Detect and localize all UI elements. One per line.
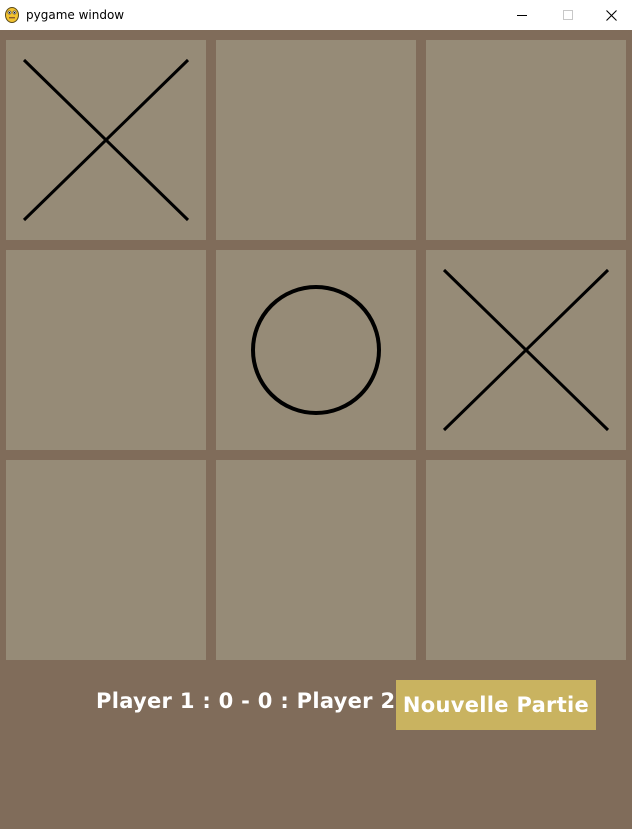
board-cell-3[interactable] bbox=[426, 40, 626, 240]
new-game-button[interactable]: Nouvelle Partie bbox=[396, 680, 596, 730]
minimize-icon bbox=[517, 10, 527, 20]
board-cell-8[interactable] bbox=[216, 460, 416, 660]
x-mark bbox=[22, 58, 190, 222]
x-mark bbox=[442, 268, 610, 432]
board-cell-9[interactable] bbox=[426, 460, 626, 660]
maximize-button[interactable] bbox=[545, 0, 591, 30]
game-board bbox=[0, 30, 632, 670]
board-cell-2[interactable] bbox=[216, 40, 416, 240]
o-mark bbox=[251, 285, 381, 415]
pygame-snake-icon bbox=[4, 5, 20, 23]
board-cell-1[interactable] bbox=[6, 40, 206, 240]
window-title: pygame window bbox=[26, 8, 125, 22]
board-cell-5[interactable] bbox=[216, 250, 416, 450]
board-cell-7[interactable] bbox=[6, 460, 206, 660]
board-cell-4[interactable] bbox=[6, 250, 206, 450]
board-cell-6[interactable] bbox=[426, 250, 626, 450]
close-icon bbox=[606, 9, 617, 21]
close-button[interactable] bbox=[591, 0, 632, 30]
scoreboard: Player 1 : 0 - 0 : Player 2 bbox=[96, 689, 396, 713]
window-titlebar[interactable]: pygame window bbox=[0, 0, 632, 30]
maximize-icon bbox=[563, 10, 573, 20]
minimize-button[interactable] bbox=[499, 0, 545, 30]
o-mark-circle bbox=[251, 285, 381, 415]
